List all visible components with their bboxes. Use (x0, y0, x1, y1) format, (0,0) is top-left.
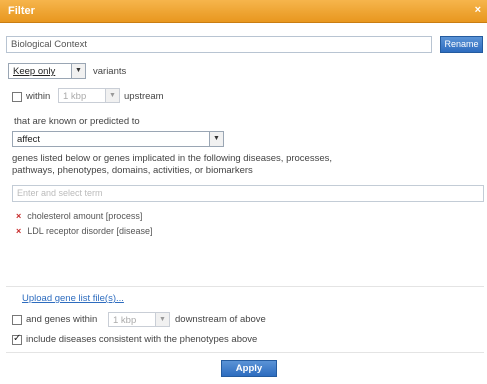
downstream-distance-select[interactable]: 1 kbp ▼ (108, 312, 170, 327)
downstream-suffix: downstream of above (175, 314, 266, 325)
window-title: Filter (8, 5, 35, 17)
within-upstream-label: within (26, 91, 51, 102)
window-titlebar: Filter × (0, 0, 487, 23)
known-predicted-label: that are known or predicted to (14, 116, 140, 127)
include-diseases-label: include diseases consistent with the phe… (26, 334, 258, 345)
effect-select-value: affect (17, 134, 41, 145)
remove-icon[interactable]: × (16, 211, 21, 221)
upstream-distance-value: 1 kbp (63, 91, 87, 102)
mode-select-value: Keep only (13, 66, 56, 77)
upstream-distance-select[interactable]: 1 kbp ▼ (58, 88, 120, 103)
chevron-down-icon: ▼ (105, 89, 119, 102)
within-upstream-checkbox[interactable] (12, 92, 22, 102)
close-icon[interactable]: × (475, 4, 481, 16)
list-item: × cholesterol amount [process] (16, 211, 142, 221)
include-diseases-checkbox[interactable] (12, 333, 22, 345)
mode-select[interactable]: Keep only ▼ (8, 63, 86, 79)
gene-description: genes listed below or genes implicated i… (12, 153, 333, 176)
apply-button[interactable]: Apply (221, 360, 277, 377)
footer-divider (6, 352, 484, 353)
upload-gene-list-link[interactable]: Upload gene list file(s)... (22, 293, 124, 304)
section-divider (6, 286, 484, 287)
term-search-input[interactable]: Enter and select term (12, 185, 484, 202)
downstream-label: and genes within (26, 314, 98, 325)
chevron-down-icon: ▼ (155, 313, 169, 326)
rename-button[interactable]: Rename (440, 36, 483, 53)
chevron-down-icon: ▼ (71, 64, 85, 78)
list-item-label: cholesterol amount [process] (27, 211, 143, 221)
downstream-checkbox[interactable] (12, 315, 22, 325)
context-name-field[interactable]: Biological Context (6, 36, 432, 53)
upstream-suffix: upstream (124, 91, 164, 102)
list-item-label: LDL receptor disorder [disease] (27, 226, 153, 236)
chevron-down-icon: ▼ (209, 132, 223, 146)
list-item: × LDL receptor disorder [disease] (16, 226, 153, 236)
downstream-distance-value: 1 kbp (113, 315, 137, 326)
effect-select[interactable]: affect ▼ (12, 131, 224, 147)
remove-icon[interactable]: × (16, 226, 21, 236)
mode-suffix: variants (93, 66, 127, 77)
